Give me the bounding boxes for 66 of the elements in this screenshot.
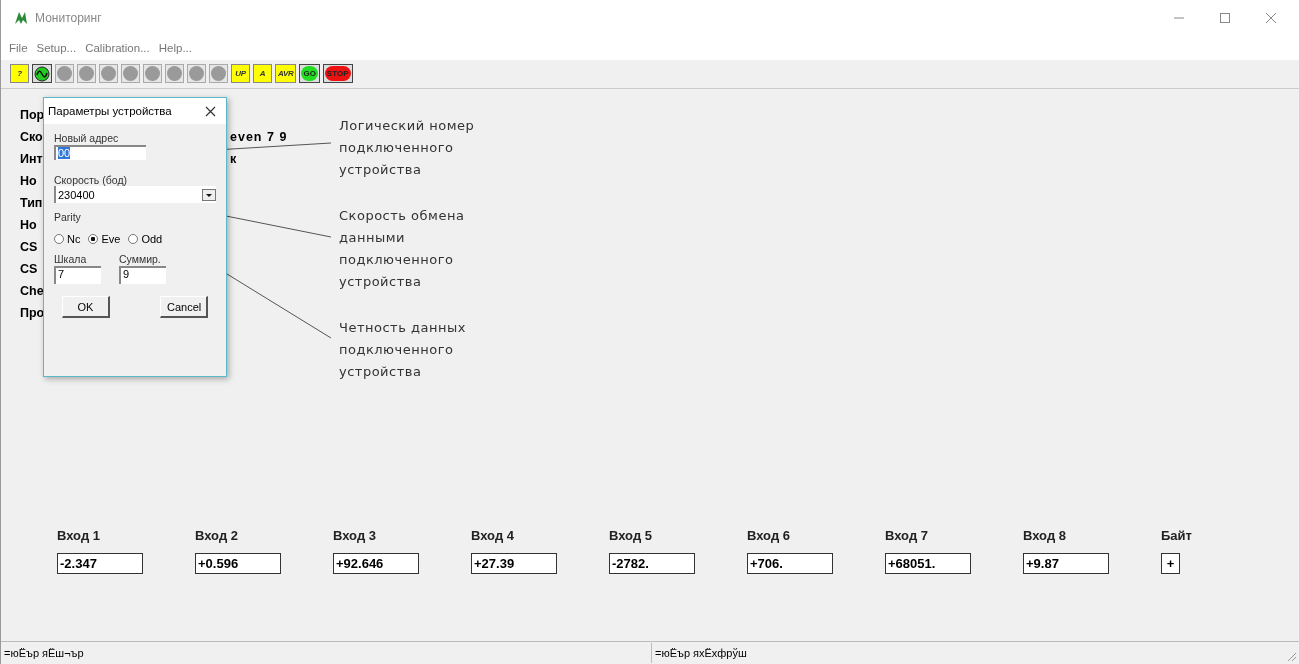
parity-radio[interactable]: Nc	[54, 233, 81, 245]
dialog-title: Параметры устройства	[48, 105, 172, 117]
value-field: +9.87	[1023, 553, 1109, 574]
info-label: Пор	[20, 108, 45, 122]
toolbar-button[interactable]: AVR	[275, 64, 297, 83]
value-field: +	[1161, 553, 1180, 574]
info-label: Про	[20, 306, 45, 320]
resize-grip-icon[interactable]	[1285, 650, 1297, 662]
menu-item[interactable]: Help...	[158, 42, 192, 54]
toolbar-button[interactable]: STOP	[322, 64, 353, 83]
input-label: Вход 1	[57, 528, 100, 543]
app-icon	[13, 10, 29, 26]
info-label: Тип	[20, 196, 43, 210]
input-label: Вход 7	[885, 528, 928, 543]
toolbar-button[interactable]: A	[253, 64, 272, 83]
value-field: -2.347	[57, 553, 143, 574]
input-label: Вход 6	[747, 528, 790, 543]
info-label: Ско	[20, 130, 43, 144]
value-field: +27.39	[471, 553, 557, 574]
annotation-text: Скорость обмена данными подключенного устройства	[339, 207, 466, 291]
cancel-button[interactable]: Cancel	[160, 296, 208, 318]
value-field: -2782.	[609, 553, 695, 574]
value-field: +0.596	[195, 553, 281, 574]
input-label: Вход 4	[471, 528, 514, 543]
info-label: CS	[20, 262, 38, 276]
value-field: +706.	[747, 553, 833, 574]
field-label: Скорость (бод)	[54, 174, 127, 186]
menu-item[interactable]: Calibration...	[85, 42, 150, 54]
speed-dropdown[interactable]: 230400	[54, 186, 216, 203]
input-label: Вход 3	[333, 528, 376, 543]
annotation-text: Четность данных подключенного устройства	[339, 319, 467, 381]
toolbar-button[interactable]: ?	[10, 64, 29, 83]
wave-button[interactable]	[32, 64, 52, 83]
maximize-icon[interactable]	[1219, 12, 1231, 24]
input-label: Вход 5	[609, 528, 652, 543]
window-title: Мониторинг	[35, 11, 102, 25]
input-label: Вход 8	[1023, 528, 1066, 543]
ok-button[interactable]: OK	[62, 296, 110, 318]
menu-item[interactable]: File	[9, 42, 28, 54]
status-message: =юЁър яхЁхфрўш	[655, 647, 747, 659]
info-value: к	[230, 152, 239, 166]
sum-field[interactable]: 9	[119, 266, 166, 284]
parity-radio[interactable]: Eve	[88, 233, 121, 245]
field-label: Суммир.	[119, 253, 162, 265]
address-field[interactable]: 00	[54, 145, 146, 160]
info-label: Но	[20, 174, 37, 188]
info-label: Инт	[20, 152, 43, 166]
value-field: +92.646	[333, 553, 419, 574]
parity-radio[interactable]: Odd	[128, 233, 163, 245]
status-message: =юЁър яЁш¬ър	[4, 647, 84, 659]
value-field: +68051.	[885, 553, 971, 574]
info-label: CS	[20, 240, 38, 254]
close-icon[interactable]	[205, 105, 216, 117]
field-label: Новый адрес	[54, 132, 119, 144]
scale-field[interactable]: 7	[54, 266, 101, 284]
toolbar-button[interactable]: UP	[231, 64, 250, 83]
info-label: Но	[20, 218, 37, 232]
toolbar-button[interactable]: GO	[299, 64, 320, 83]
info-label: Che	[20, 284, 44, 298]
info-value: even 7 9	[230, 130, 289, 144]
input-label: Байт	[1161, 528, 1192, 543]
menu-item[interactable]: Setup...	[36, 42, 77, 54]
field-label: Шкала	[54, 253, 88, 265]
input-label: Вход 2	[195, 528, 238, 543]
group-label: Parity	[54, 211, 81, 223]
annotation-text: Логический номер подключенного устройства	[339, 117, 475, 179]
